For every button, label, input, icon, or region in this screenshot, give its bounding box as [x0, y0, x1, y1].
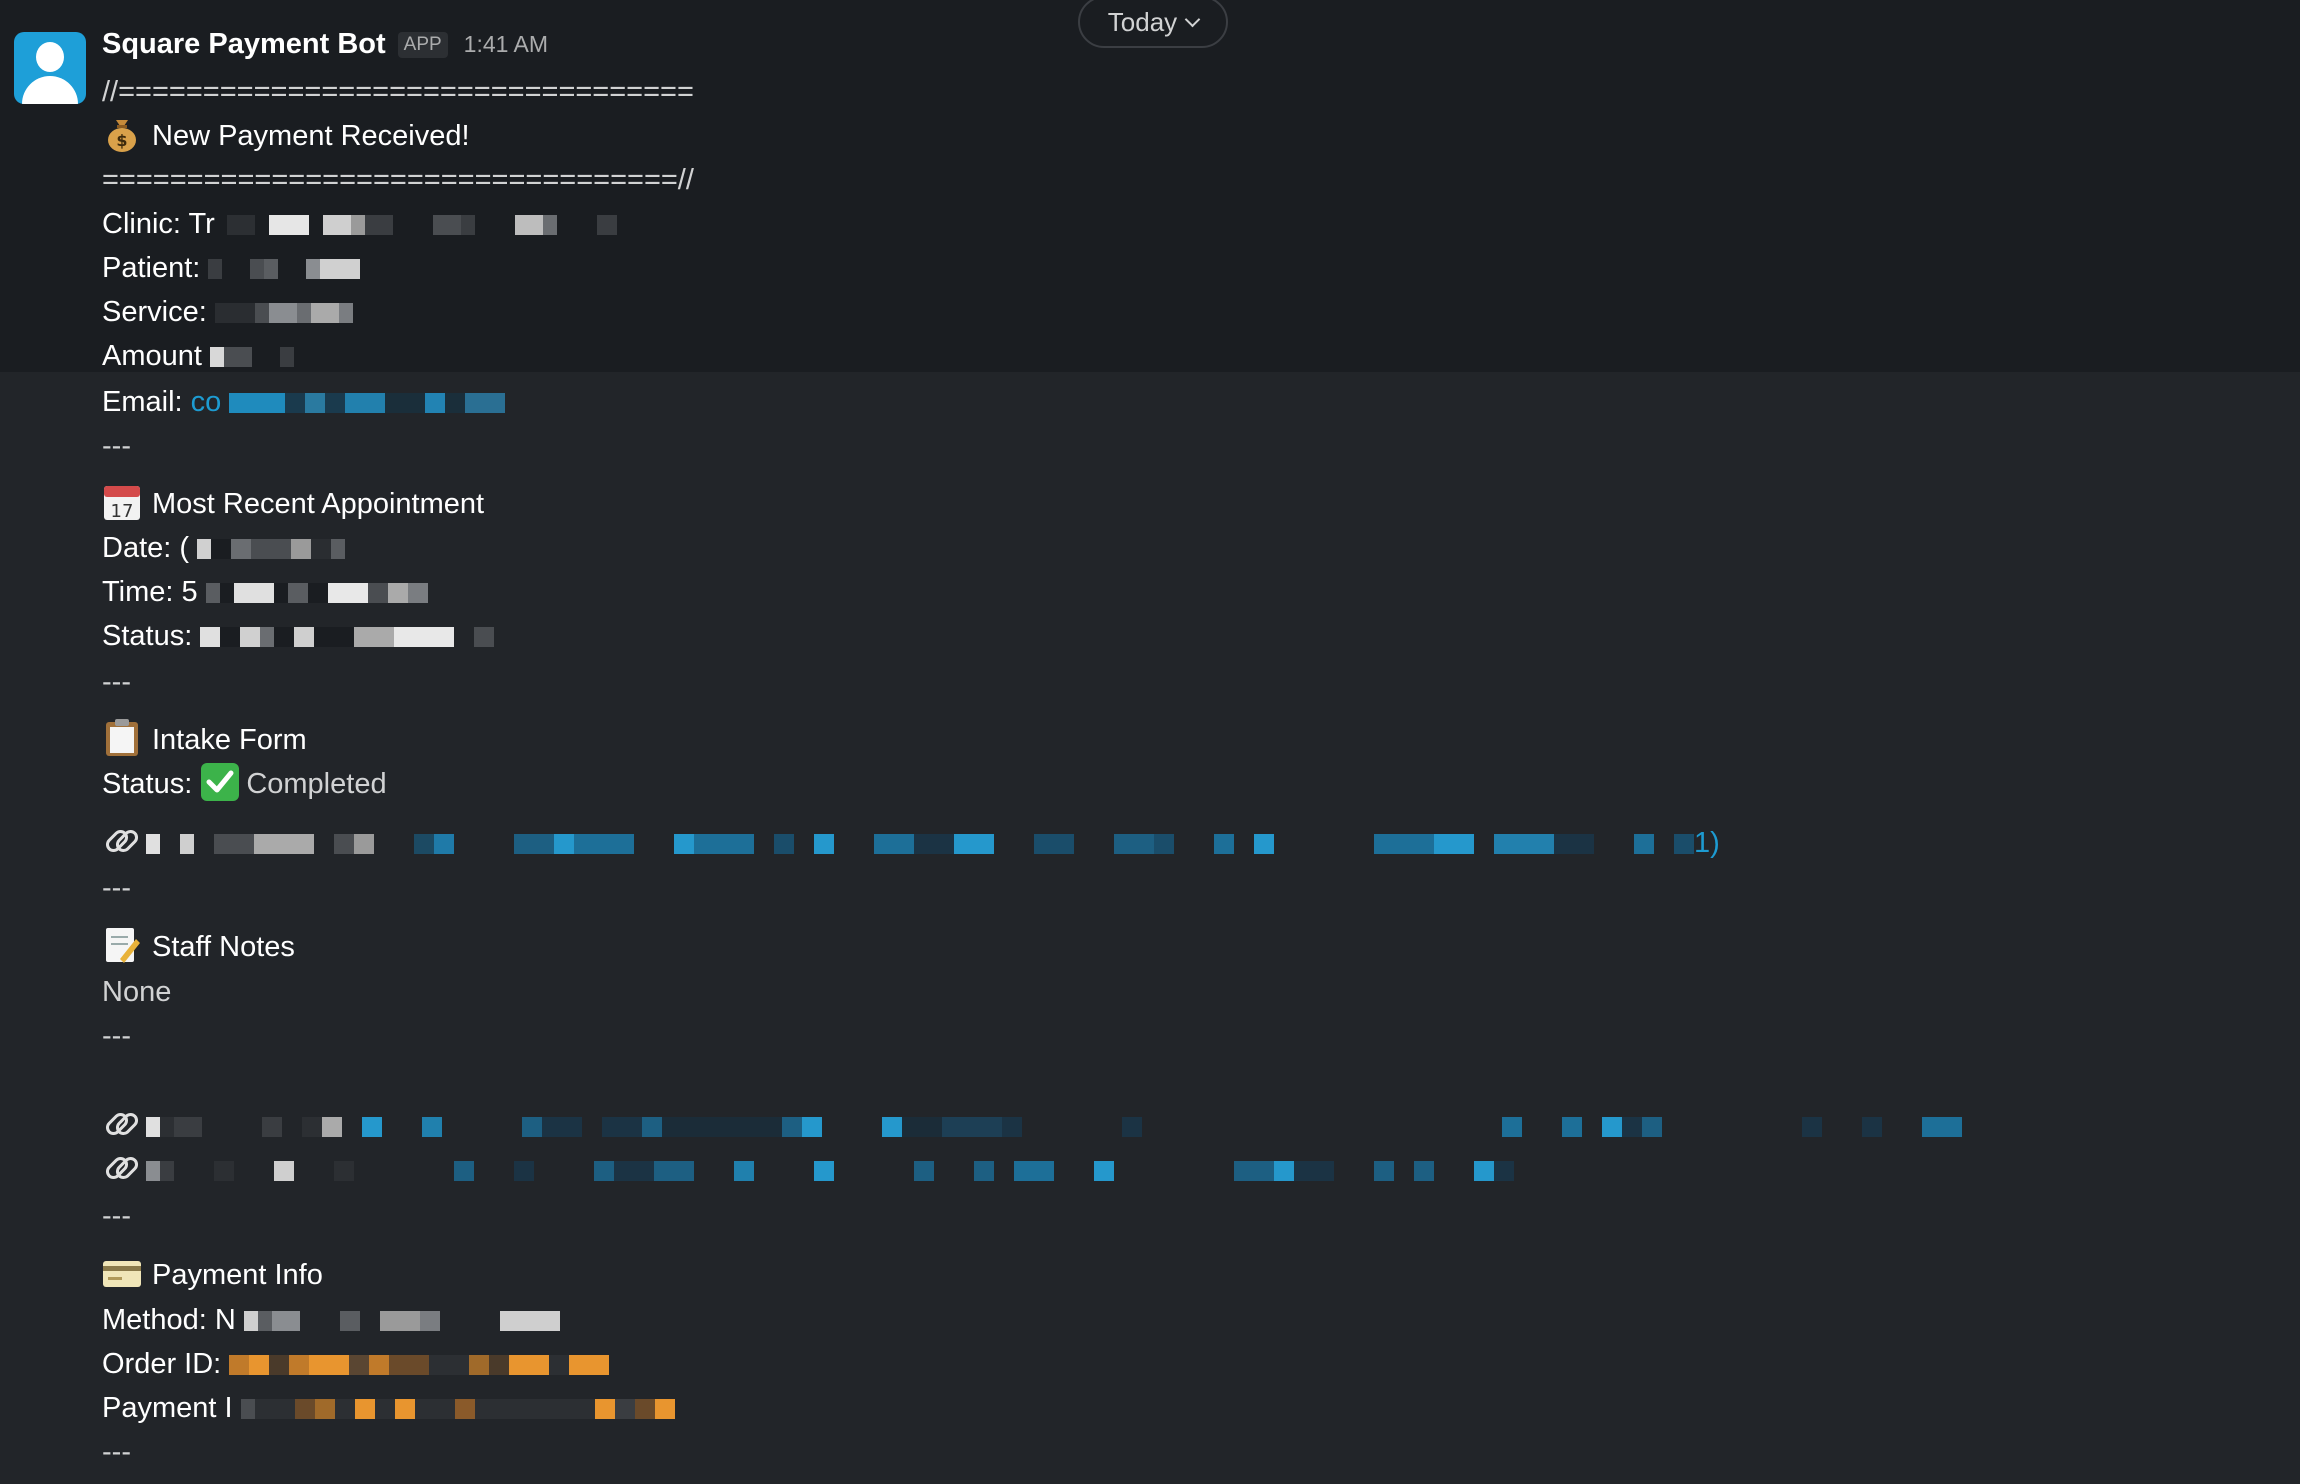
service-line: Service: [102, 290, 353, 334]
redacted-amount [210, 347, 295, 368]
intake-status-label: Status: [102, 768, 201, 800]
clinic-label: Clinic: [102, 208, 189, 240]
order-id-line: Order ID: [102, 1342, 610, 1386]
separator-5: --- [102, 1200, 131, 1232]
message-timestamp[interactable]: 1:41 AM [464, 31, 548, 58]
sender-name[interactable]: Square Payment Bot [102, 28, 386, 61]
link-icon [105, 1157, 139, 1180]
intake-link-line: 1) [102, 821, 1720, 865]
redacted-status [200, 627, 495, 648]
redacted-payment-id [240, 1399, 675, 1420]
redacted-date [197, 539, 346, 560]
service-label: Service: [102, 296, 207, 328]
payment-id-label: Payment I [102, 1392, 233, 1424]
appointment-title: Most Recent Appointment [152, 488, 485, 520]
clinic-value-start: Tr [188, 208, 215, 240]
intake-link-end[interactable]: 1) [1694, 827, 1720, 859]
method-value-start: N [214, 1304, 236, 1336]
divider-bottom: ==================================// [102, 164, 694, 196]
chevron-down-icon [1184, 11, 1201, 27]
app-badge: APP [397, 31, 448, 58]
time-value-start: 5 [181, 576, 198, 608]
redacted-patient [208, 259, 361, 280]
payment-id-line: Payment I [102, 1386, 675, 1430]
notes-value: None [102, 976, 172, 1008]
intake-status-value: Completed [246, 768, 387, 800]
amount-line: Amount [102, 334, 295, 378]
separator-2: --- [102, 666, 131, 698]
redacted-method [243, 1311, 560, 1332]
message-header: Square Payment Bot APP 1:41 AM [102, 28, 548, 61]
redacted-clinic [226, 215, 617, 236]
date-divider-label: Today [1107, 6, 1178, 37]
time-label: Time: [102, 576, 182, 608]
patient-line: Patient: [102, 246, 361, 290]
notes-title-line: Staff Notes [102, 925, 295, 969]
method-line: Method: N [102, 1298, 560, 1342]
redacted-email-link[interactable] [229, 393, 506, 414]
redacted-intake-link[interactable] [146, 834, 1694, 855]
date-label: Date: [102, 532, 180, 564]
memo-icon [106, 928, 140, 964]
order-id-label: Order ID: [102, 1348, 222, 1380]
method-label: Method: [102, 1304, 215, 1336]
intake-title-line: Intake Form [102, 718, 307, 762]
appointment-title-line: 17 Most Recent Appointment [102, 482, 484, 526]
separator-1: --- [102, 430, 131, 462]
amount-label: Amount [102, 340, 202, 372]
link-line-2 [102, 1148, 1514, 1192]
money-bag-icon: $ [108, 120, 136, 153]
credit-card-icon [103, 1261, 141, 1288]
email-label: Email: [102, 386, 191, 418]
redacted-link-2[interactable] [146, 1161, 1514, 1182]
calendar-icon: 17 [104, 486, 140, 522]
email-link-start[interactable]: co [191, 386, 222, 418]
redacted-service [214, 303, 353, 324]
check-mark-icon [201, 763, 240, 802]
divider-top: //================================== [102, 76, 694, 108]
time-line: Time: 5 [102, 570, 428, 614]
email-line: Email: co [102, 380, 506, 424]
clipboard-icon [106, 719, 138, 757]
separator-4: --- [102, 1020, 131, 1052]
link-icon [105, 830, 139, 853]
notes-title: Staff Notes [152, 931, 295, 963]
title-line: $ New Payment Received! [102, 114, 470, 158]
redacted-time [205, 583, 428, 604]
redacted-order-id [229, 1355, 610, 1376]
bot-avatar[interactable] [14, 32, 86, 104]
link-icon [105, 1113, 139, 1136]
svg-text:$: $ [116, 131, 127, 150]
intake-status-line: Status: Completed [102, 762, 387, 806]
link-line-1 [102, 1104, 1962, 1148]
clinic-line: Clinic: Tr [102, 202, 617, 246]
status-line: Status: [102, 614, 495, 658]
patient-label: Patient: [102, 252, 201, 284]
status-label: Status: [102, 620, 193, 652]
svg-text:17: 17 [111, 501, 134, 522]
intake-title: Intake Form [152, 724, 307, 756]
payment-title: Payment Info [152, 1259, 323, 1291]
date-value-start: ( [179, 532, 190, 564]
redacted-link-1[interactable] [146, 1117, 1962, 1138]
separator-6: --- [102, 1436, 131, 1468]
date-divider-button[interactable]: Today [1078, 0, 1228, 48]
title-text: New Payment Received! [152, 120, 470, 152]
date-line: Date: ( [102, 526, 346, 570]
separator-3: --- [102, 872, 131, 904]
payment-title-line: Payment Info [102, 1253, 323, 1297]
